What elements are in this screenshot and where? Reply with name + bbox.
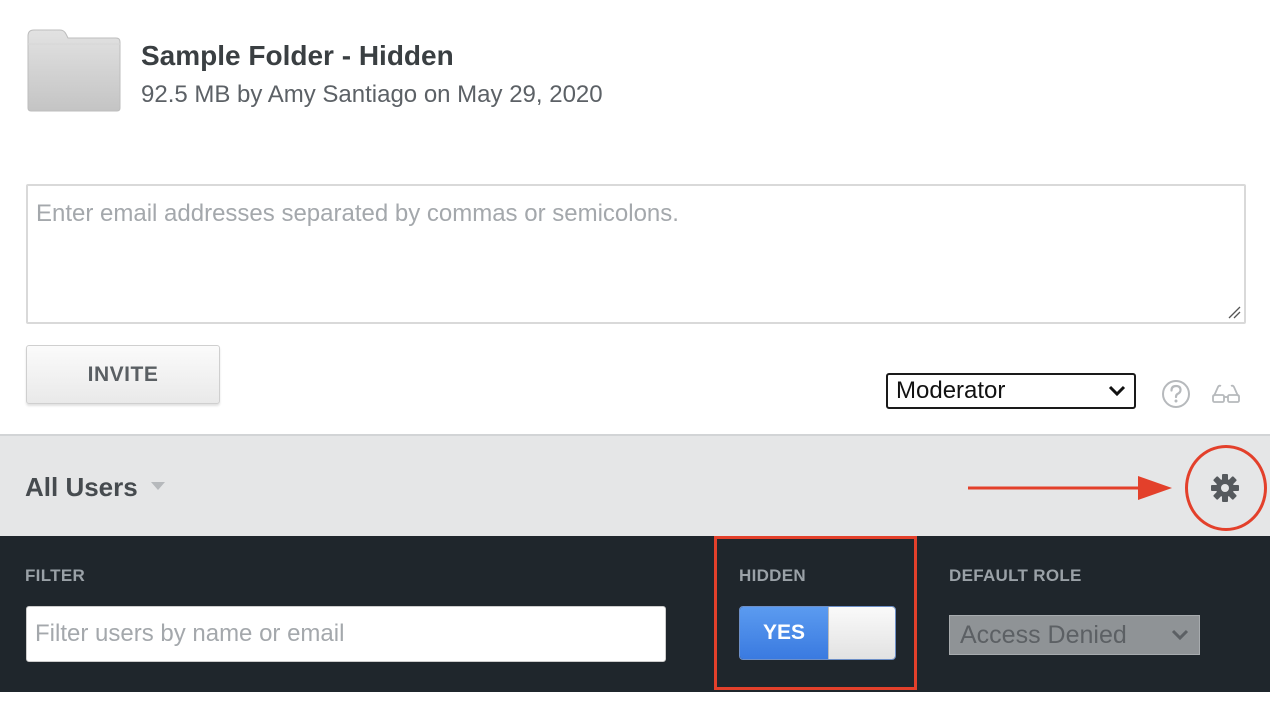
folder-title: Sample Folder - Hidden [141, 40, 454, 71]
default-role-label: DEFAULT ROLE [949, 566, 1082, 585]
folder-icon [27, 29, 121, 112]
caret-down-icon[interactable] [151, 482, 165, 491]
users-bar: All Users [0, 434, 1270, 536]
hidden-toggle-state: YES [740, 607, 828, 659]
invite-button[interactable]: INVITE [26, 345, 220, 404]
filter-label: FILTER [25, 566, 86, 585]
invite-role-value: Moderator [896, 377, 1006, 404]
chevron-down-icon [1108, 385, 1126, 397]
folder-meta: 92.5 MB by Amy Santiago on May 29, 2020 [141, 81, 603, 108]
all-users-dropdown-label[interactable]: All Users [25, 472, 138, 503]
chevron-down-icon [1171, 629, 1189, 641]
email-invite-textarea[interactable] [28, 186, 1244, 322]
default-role-select[interactable]: Access Denied [949, 615, 1200, 655]
question-circle-icon[interactable] [1161, 379, 1191, 409]
invite-role-select[interactable]: Moderator [886, 373, 1136, 409]
gear-icon[interactable] [1209, 472, 1241, 504]
annotation-arrow [968, 476, 1172, 500]
user-settings-panel: FILTER HIDDEN YES DEFAULT ROLE Access De… [0, 536, 1270, 692]
hidden-toggle[interactable]: YES [739, 606, 896, 660]
glasses-icon[interactable] [1211, 383, 1241, 405]
hidden-label: HIDDEN [739, 566, 806, 585]
resize-grip-icon[interactable] [1227, 305, 1241, 319]
default-role-value: Access Denied [960, 620, 1127, 649]
email-invite-field[interactable] [26, 184, 1246, 324]
filter-users-field[interactable] [26, 606, 666, 662]
filter-users-input[interactable] [27, 607, 665, 661]
toggle-knob [828, 607, 895, 659]
